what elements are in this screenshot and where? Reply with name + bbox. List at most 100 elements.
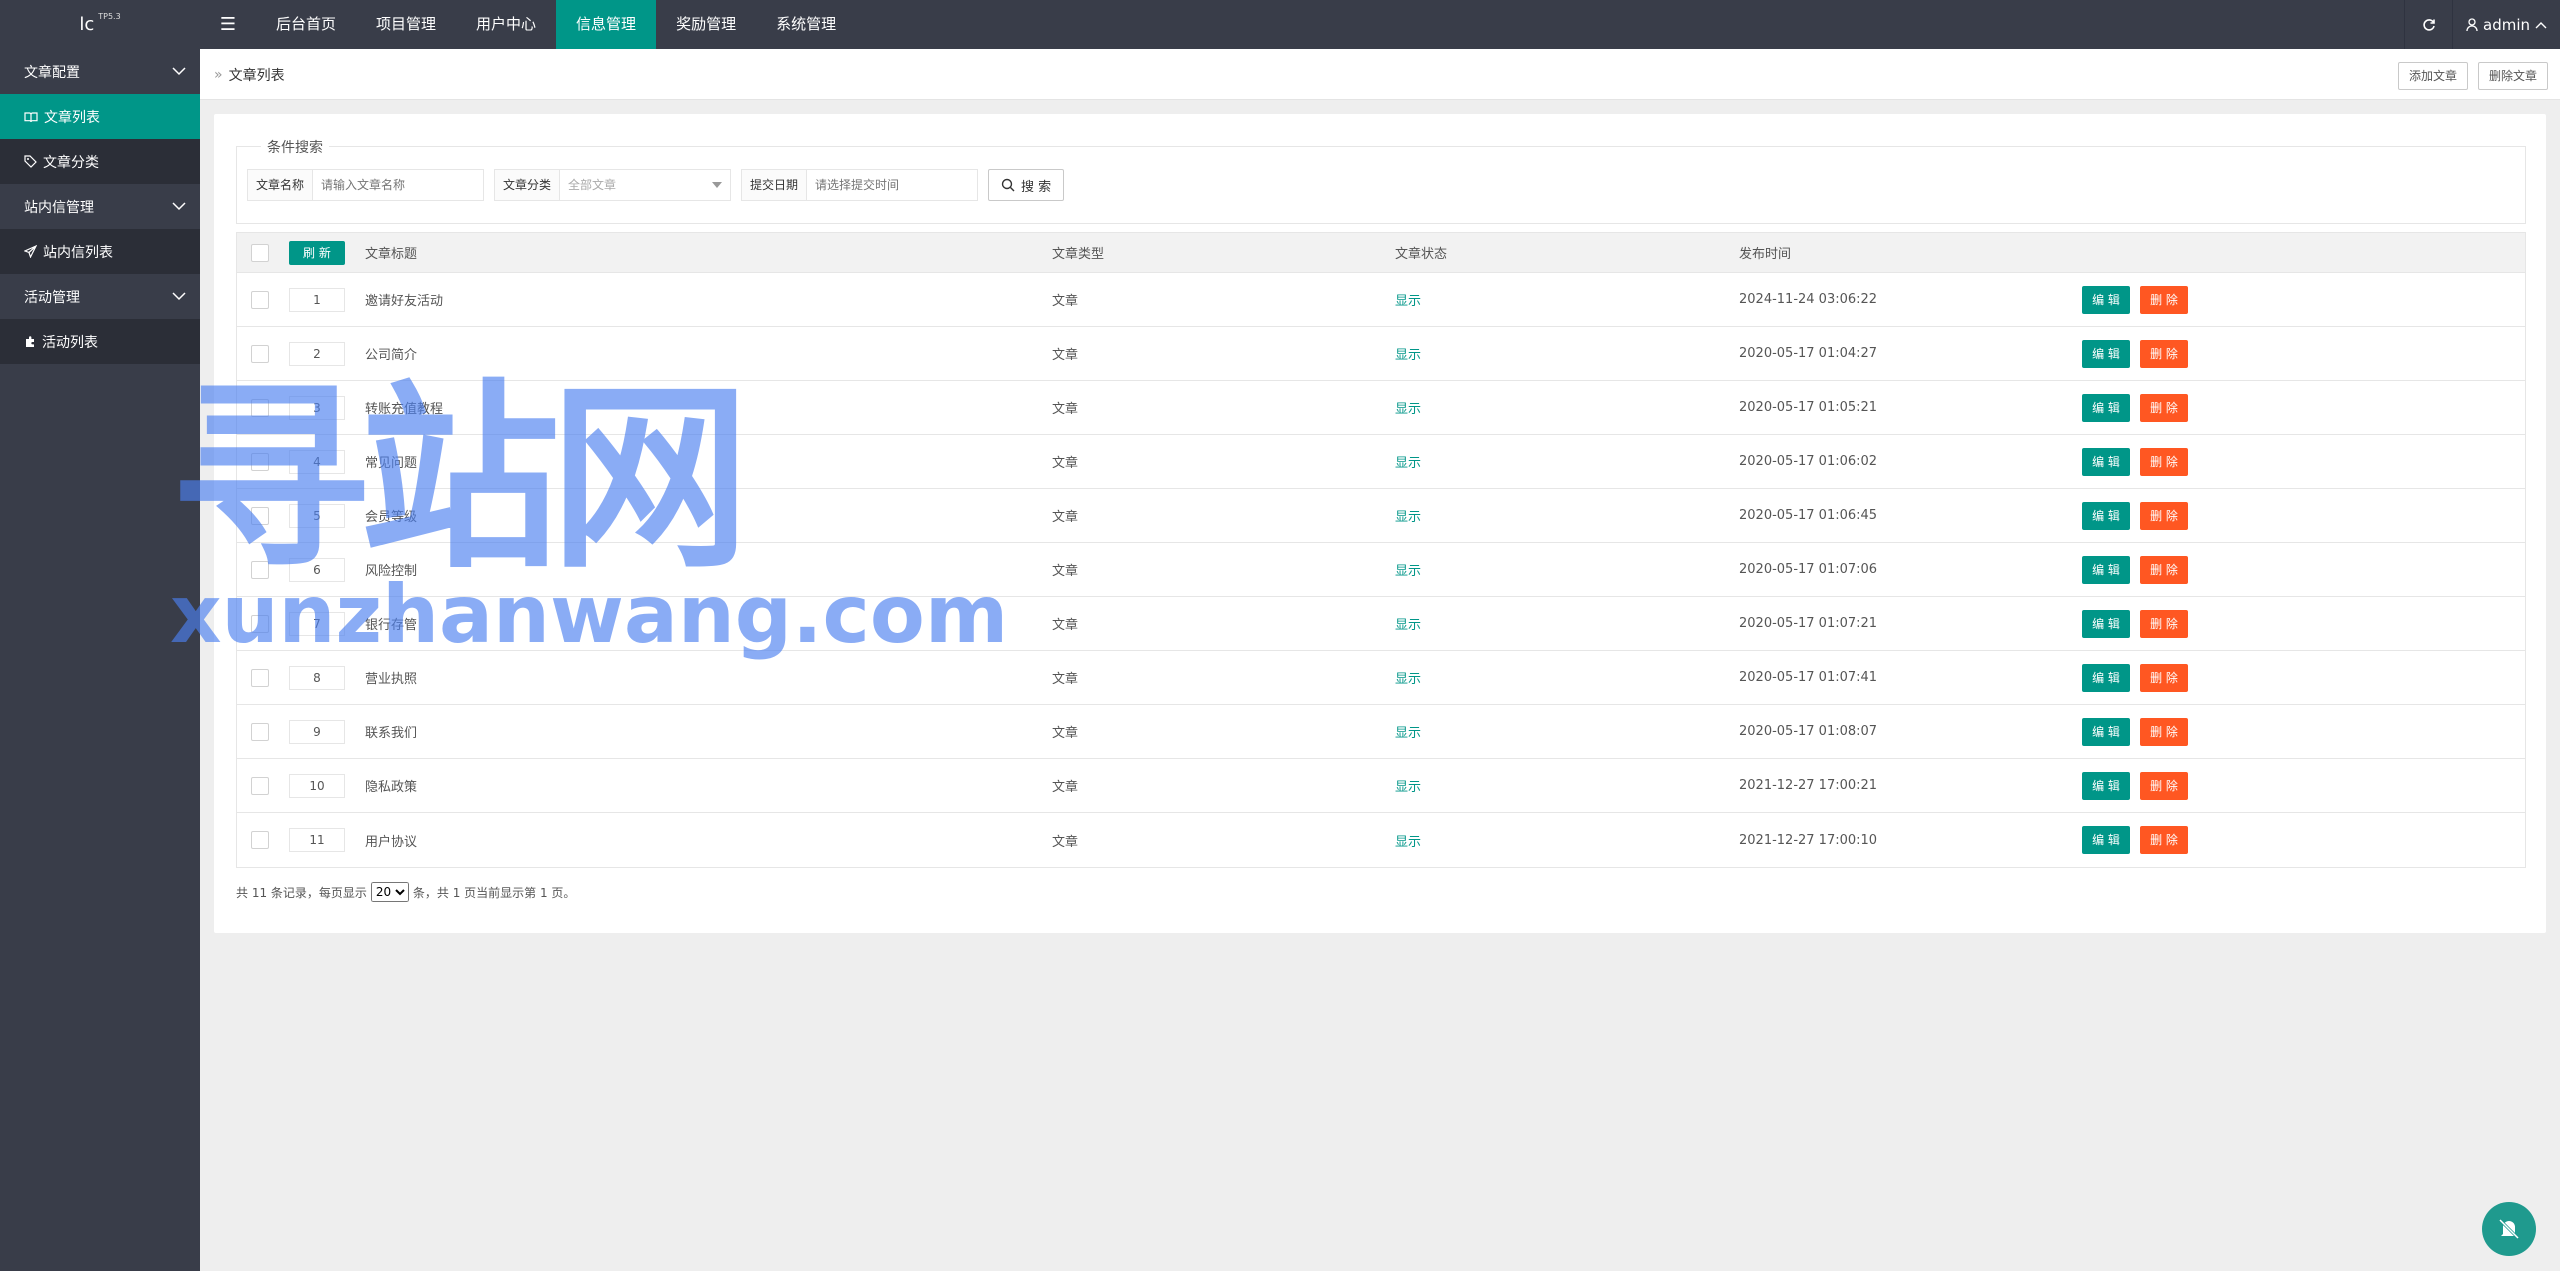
- sort-order-input[interactable]: 9: [289, 719, 345, 744]
- article-status: 显示: [1395, 726, 1422, 741]
- delete-button[interactable]: 删 除: [2140, 609, 2188, 638]
- search-row: 文章名称 文章分类 全部文章 提交日期 搜 索: [247, 169, 1065, 201]
- menu-toggle-icon[interactable]: ☰: [200, 0, 256, 49]
- row-checkbox[interactable]: [251, 344, 269, 363]
- edit-button[interactable]: 编 辑: [2082, 393, 2130, 422]
- delete-button[interactable]: 删 除: [2140, 663, 2188, 692]
- sort-order-input[interactable]: 2: [289, 341, 345, 366]
- book-icon: [24, 111, 38, 122]
- edit-button[interactable]: 编 辑: [2082, 663, 2130, 692]
- search-button[interactable]: 搜 索: [988, 169, 1065, 201]
- row-sort-cell: 9: [289, 705, 345, 758]
- row-checkbox[interactable]: [251, 290, 269, 309]
- delete-button[interactable]: 删 除: [2140, 826, 2188, 854]
- user-menu[interactable]: admin: [2452, 0, 2560, 49]
- nav-item-info[interactable]: 信息管理: [556, 0, 657, 49]
- logo[interactable]: lc TP5.3: [0, 0, 200, 49]
- delete-button[interactable]: 删 除: [2140, 285, 2188, 314]
- header-refresh-cell: 刷 新: [289, 233, 345, 272]
- nav-item-users[interactable]: 用户中心: [456, 0, 556, 49]
- row-actions: 编 辑删 除: [2082, 273, 2188, 326]
- row-checkbox[interactable]: [251, 722, 269, 741]
- sort-order-input[interactable]: 11: [289, 828, 345, 852]
- delete-button[interactable]: 删 除: [2140, 717, 2188, 746]
- edit-button[interactable]: 编 辑: [2082, 717, 2130, 746]
- delete-article-button[interactable]: 删除文章: [2477, 62, 2548, 90]
- row-checkbox-cell: [251, 813, 269, 867]
- delete-button[interactable]: 删 除: [2140, 447, 2188, 476]
- edit-button[interactable]: 编 辑: [2082, 609, 2130, 638]
- edit-button[interactable]: 编 辑: [2082, 555, 2130, 584]
- search-button-label: 搜 索: [1021, 179, 1052, 195]
- delete-button[interactable]: 删 除: [2140, 393, 2188, 422]
- page-size-select[interactable]: 20: [370, 882, 409, 902]
- breadcrumb: » 文章列表: [214, 49, 285, 100]
- sidebar-group-message[interactable]: 站内信管理: [0, 184, 200, 229]
- logo-text: lc: [79, 14, 95, 35]
- article-type: 文章: [1052, 510, 1079, 525]
- article-type: 文章: [1052, 456, 1079, 471]
- sidebar-item-label: 活动列表: [42, 334, 98, 351]
- sidebar-item-article-category[interactable]: 文章分类: [0, 139, 200, 184]
- nav-item-home[interactable]: 后台首页: [256, 0, 356, 49]
- delete-button[interactable]: 删 除: [2140, 555, 2188, 584]
- puzzle-icon: [26, 335, 34, 347]
- watermark-text: 寻站网: [170, 363, 750, 596]
- edit-button[interactable]: 编 辑: [2082, 501, 2130, 530]
- search-panel: 条件搜索 文章名称 文章分类 全部文章 提交日期 搜 索: [236, 137, 2526, 224]
- article-time: 2020-05-17 01:08:07: [1739, 724, 1878, 739]
- chevron-down-icon: [172, 292, 186, 301]
- sidebar-group-article-config[interactable]: 文章配置: [0, 49, 200, 94]
- refresh-button[interactable]: [2404, 0, 2452, 49]
- nav-item-projects[interactable]: 项目管理: [356, 0, 456, 49]
- add-article-button[interactable]: 添加文章: [2397, 62, 2468, 90]
- floating-notification-button[interactable]: [2482, 1202, 2536, 1256]
- article-category-select[interactable]: 全部文章: [560, 170, 730, 200]
- sort-order-input[interactable]: 8: [289, 665, 345, 690]
- edit-button[interactable]: 编 辑: [2082, 285, 2130, 314]
- nav-item-system[interactable]: 系统管理: [756, 0, 856, 49]
- nav-item-rewards[interactable]: 奖励管理: [656, 0, 756, 49]
- header-type: 文章类型: [1052, 247, 1105, 262]
- edit-button[interactable]: 编 辑: [2082, 771, 2130, 800]
- submit-date-input[interactable]: [807, 170, 978, 200]
- row-sort-cell: 10: [289, 759, 345, 812]
- delete-button[interactable]: 删 除: [2140, 501, 2188, 530]
- sidebar-item-article-list[interactable]: 文章列表: [0, 94, 200, 139]
- sidebar-group-label: 文章配置: [24, 64, 80, 81]
- sidebar-item-activity-list[interactable]: 活动列表: [0, 319, 200, 364]
- row-checkbox[interactable]: [251, 776, 269, 795]
- article-type: 文章: [1052, 618, 1079, 633]
- article-status: 显示: [1395, 834, 1422, 850]
- sidebar-group-label: 活动管理: [24, 289, 80, 306]
- edit-button[interactable]: 编 辑: [2082, 339, 2130, 368]
- row-checkbox[interactable]: [251, 668, 269, 687]
- search-legend: 条件搜索: [261, 137, 329, 157]
- breadcrumb-current[interactable]: 文章列表: [229, 65, 285, 85]
- sidebar-group-label: 站内信管理: [24, 199, 94, 216]
- article-time: 2021-12-27 17:00:21: [1739, 778, 1878, 793]
- select-all-checkbox[interactable]: [251, 243, 269, 262]
- delete-button[interactable]: 删 除: [2140, 339, 2188, 368]
- delete-button[interactable]: 删 除: [2140, 771, 2188, 800]
- article-time: 2024-11-24 03:06:22: [1739, 292, 1878, 307]
- article-status: 显示: [1395, 510, 1422, 525]
- article-title: 用户协议: [365, 834, 418, 850]
- sidebar-group-activity[interactable]: 活动管理: [0, 274, 200, 319]
- sort-order-input[interactable]: 10: [289, 773, 345, 798]
- article-time: 2020-05-17 01:07:21: [1739, 616, 1878, 631]
- edit-button[interactable]: 编 辑: [2082, 447, 2130, 476]
- row-actions: 编 辑删 除: [2082, 543, 2188, 596]
- sort-order-input[interactable]: 1: [289, 287, 345, 312]
- pagination: 共 11 条记录，每页显示 20 条，共 1 页当前显示第 1 页。: [236, 882, 575, 902]
- table-refresh-button[interactable]: 刷 新: [289, 240, 345, 265]
- article-time: 2020-05-17 01:06:45: [1739, 508, 1878, 523]
- article-status: 显示: [1395, 402, 1422, 417]
- edit-button[interactable]: 编 辑: [2082, 826, 2130, 854]
- article-name-input[interactable]: [313, 170, 484, 200]
- row-actions: 编 辑删 除: [2082, 813, 2188, 867]
- row-checkbox[interactable]: [251, 831, 269, 849]
- sidebar-item-message-list[interactable]: 站内信列表: [0, 229, 200, 274]
- field-label: 文章名称: [248, 170, 314, 200]
- article-name-field: 文章名称: [247, 169, 485, 201]
